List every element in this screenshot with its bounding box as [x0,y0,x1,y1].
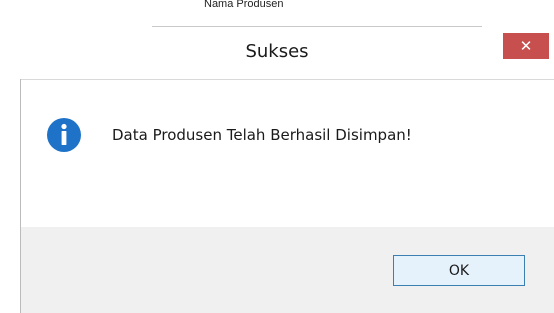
dialog-titlebar[interactable]: Sukses ✕ [0,33,554,75]
background-divider [152,26,482,27]
message-dialog: Sukses ✕ Data Produsen Telah Berhasil Di… [0,33,554,313]
dialog-content [21,80,554,230]
ok-button[interactable]: OK [393,255,525,286]
close-button[interactable]: ✕ [503,33,549,59]
background-window: Nama Produsen [0,0,554,33]
close-icon: ✕ [519,37,533,55]
dialog-title: Sukses [245,41,309,62]
screen: Nama Produsen Sukses ✕ Data Produsen Tel… [0,0,554,313]
background-field-label: Nama Produsen [204,0,284,10]
information-icon [47,118,81,152]
dialog-message: Data Produsen Telah Berhasil Disimpan! [112,126,412,144]
